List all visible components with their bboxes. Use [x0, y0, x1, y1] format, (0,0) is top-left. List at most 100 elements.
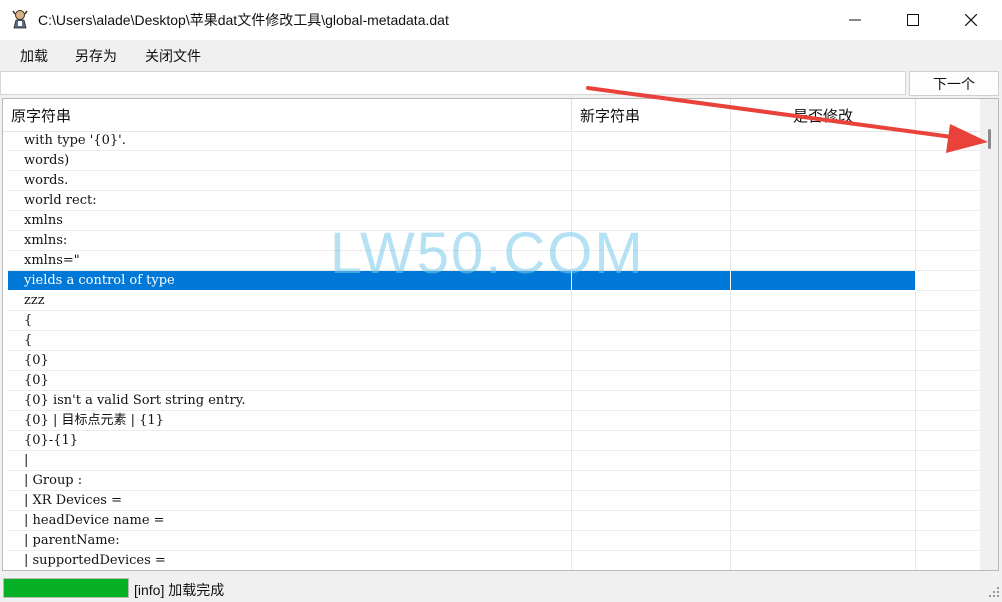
cell-extra[interactable] — [916, 251, 980, 271]
cell-modified[interactable] — [731, 291, 916, 311]
table-row[interactable]: world rect: — [3, 191, 980, 211]
cell-original[interactable]: | XR Devices = — [8, 491, 572, 511]
cell-new[interactable] — [572, 391, 731, 411]
table-row[interactable]: words. — [3, 171, 980, 191]
menu-save-as[interactable]: 另存为 — [73, 46, 119, 66]
menu-load[interactable]: 加载 — [18, 46, 50, 66]
cell-modified[interactable] — [731, 411, 916, 431]
cell-modified[interactable] — [731, 131, 916, 151]
cell-original[interactable]: | — [8, 451, 572, 471]
cell-extra[interactable] — [916, 291, 980, 311]
cell-original[interactable]: | headDevice name = — [8, 511, 572, 531]
table-row[interactable]: { — [3, 331, 980, 351]
cell-extra[interactable] — [916, 471, 980, 491]
table-row[interactable]: with type '{0}'. — [3, 131, 980, 151]
table-row[interactable]: | supportedDevices = — [3, 551, 980, 570]
resize-grip-icon[interactable] — [986, 584, 1000, 598]
cell-new[interactable] — [572, 151, 731, 171]
cell-modified[interactable] — [731, 491, 916, 511]
cell-new[interactable] — [572, 371, 731, 391]
minimize-button[interactable] — [826, 0, 884, 40]
cell-new[interactable] — [572, 511, 731, 531]
cell-new[interactable] — [572, 191, 731, 211]
cell-modified[interactable] — [731, 371, 916, 391]
table-row[interactable]: {0} | 目标点元素 | {1} — [3, 411, 980, 431]
cell-original[interactable]: yields a control of type — [8, 271, 572, 291]
cell-original[interactable]: words) — [8, 151, 572, 171]
cell-original[interactable]: xmlns: — [8, 231, 572, 251]
maximize-button[interactable] — [884, 0, 942, 40]
cell-modified[interactable] — [731, 191, 916, 211]
cell-modified[interactable] — [731, 271, 916, 291]
column-header-new[interactable]: 新字符串 — [572, 99, 731, 130]
table-row[interactable]: | — [3, 451, 980, 471]
cell-original[interactable]: | supportedDevices = — [8, 551, 572, 570]
cell-extra[interactable] — [916, 431, 980, 451]
cell-original[interactable]: {0} isn't a valid Sort string entry. — [8, 391, 572, 411]
table-row[interactable]: {0}-{1} — [3, 431, 980, 451]
cell-original[interactable]: { — [8, 311, 572, 331]
table-row[interactable]: {0} — [3, 371, 980, 391]
table-row[interactable]: xmlns — [3, 211, 980, 231]
cell-original[interactable]: {0} — [8, 371, 572, 391]
close-button[interactable] — [942, 0, 1000, 40]
cell-extra[interactable] — [916, 131, 980, 151]
table-row[interactable]: | Group : — [3, 471, 980, 491]
cell-new[interactable] — [572, 131, 731, 151]
cell-extra[interactable] — [916, 151, 980, 171]
cell-original[interactable]: | parentName: — [8, 531, 572, 551]
cell-original[interactable]: words. — [8, 171, 572, 191]
cell-extra[interactable] — [916, 371, 980, 391]
cell-modified[interactable] — [731, 451, 916, 471]
vertical-scrollbar[interactable] — [980, 99, 998, 570]
cell-modified[interactable] — [731, 351, 916, 371]
cell-modified[interactable] — [731, 171, 916, 191]
search-input[interactable] — [0, 71, 906, 95]
cell-extra[interactable] — [916, 311, 980, 331]
table-row[interactable]: {0} — [3, 351, 980, 371]
cell-extra[interactable] — [916, 351, 980, 371]
cell-new[interactable] — [572, 491, 731, 511]
cell-original[interactable]: { — [8, 331, 572, 351]
column-header-original[interactable]: 原字符串 — [3, 99, 572, 130]
table-row[interactable]: zzz — [3, 291, 980, 311]
cell-modified[interactable] — [731, 251, 916, 271]
table-row[interactable]: | parentName: — [3, 531, 980, 551]
cell-original[interactable]: {0} — [8, 351, 572, 371]
cell-modified[interactable] — [731, 531, 916, 551]
cell-extra[interactable] — [916, 171, 980, 191]
cell-original[interactable]: {0} | 目标点元素 | {1} — [8, 411, 572, 431]
menu-close-file[interactable]: 关闭文件 — [143, 46, 203, 66]
cell-new[interactable] — [572, 531, 731, 551]
cell-new[interactable] — [572, 291, 731, 311]
cell-extra[interactable] — [916, 231, 980, 251]
cell-extra[interactable] — [916, 411, 980, 431]
cell-original[interactable]: with type '{0}'. — [8, 131, 572, 151]
cell-extra[interactable] — [916, 211, 980, 231]
cell-modified[interactable] — [731, 311, 916, 331]
cell-extra[interactable] — [916, 391, 980, 411]
cell-new[interactable] — [572, 471, 731, 491]
cell-new[interactable] — [572, 251, 731, 271]
cell-new[interactable] — [572, 351, 731, 371]
cell-modified[interactable] — [731, 151, 916, 171]
cell-extra[interactable] — [916, 451, 980, 471]
scrollbar-thumb[interactable] — [988, 129, 991, 149]
cell-new[interactable] — [572, 551, 731, 570]
column-header-modified[interactable]: 是否修改 — [731, 99, 916, 130]
cell-new[interactable] — [572, 171, 731, 191]
cell-modified[interactable] — [731, 471, 916, 491]
cell-modified[interactable] — [731, 331, 916, 351]
cell-original[interactable]: {0}-{1} — [8, 431, 572, 451]
cell-new[interactable] — [572, 311, 731, 331]
cell-new[interactable] — [572, 431, 731, 451]
next-button[interactable]: 下一个 — [909, 71, 999, 96]
cell-modified[interactable] — [731, 211, 916, 231]
cell-new[interactable] — [572, 271, 731, 291]
cell-new[interactable] — [572, 451, 731, 471]
cell-extra[interactable] — [916, 491, 980, 511]
cell-extra[interactable] — [916, 191, 980, 211]
table-row[interactable]: xmlns=" — [3, 251, 980, 271]
table-row[interactable]: xmlns: — [3, 231, 980, 251]
table-row[interactable]: yields a control of type — [3, 271, 980, 291]
